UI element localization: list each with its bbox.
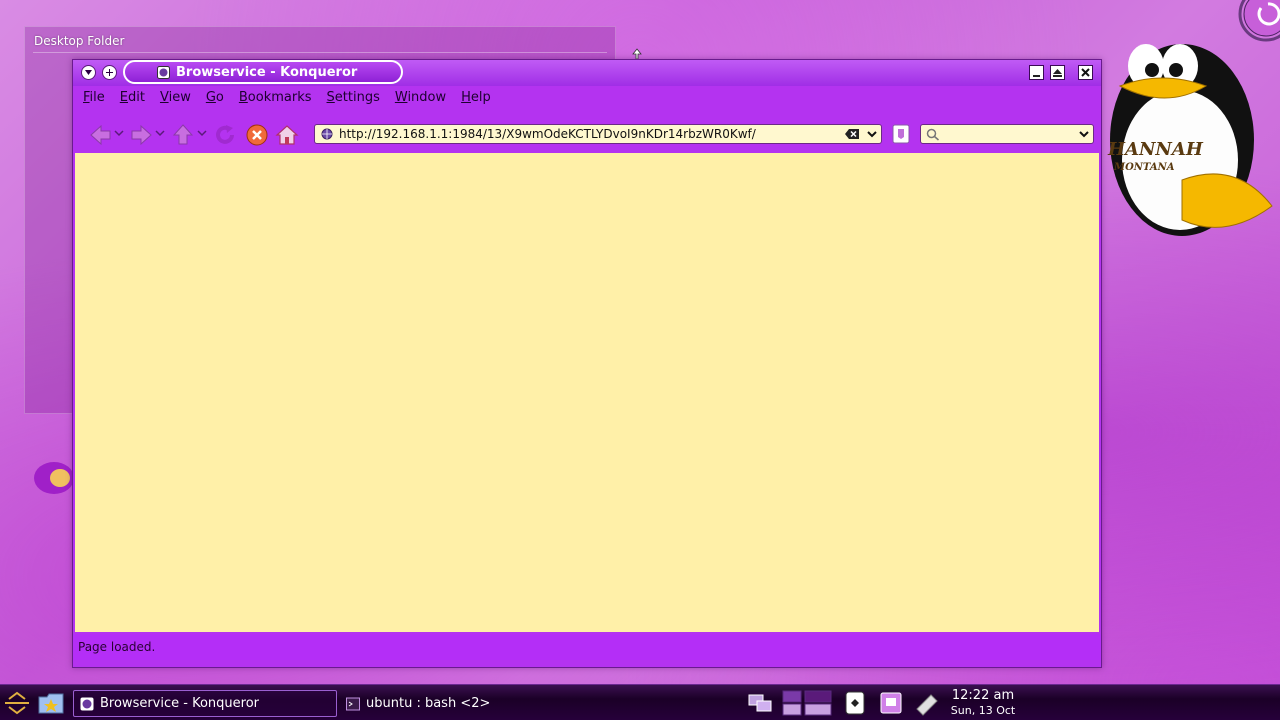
clock-date: Sun, 13 Oct <box>950 704 1016 717</box>
location-bar[interactable]: http://192.168.1.1:1984/13/X9wmOdeKCTLYD… <box>314 124 882 144</box>
stop-icon[interactable] <box>245 123 269 147</box>
up-arrow-icon[interactable] <box>171 123 195 147</box>
desktop-folder-title: Desktop Folder <box>34 34 125 48</box>
status-text: Page loaded. <box>78 640 156 654</box>
menu-settings[interactable]: Settings <box>327 90 380 105</box>
window-menu-button[interactable] <box>81 65 96 80</box>
terminal-icon <box>346 697 360 710</box>
location-history-dropdown-icon[interactable] <box>866 128 878 140</box>
konqueror-task-icon <box>80 697 94 710</box>
svg-text:MONTANA: MONTANA <box>1113 162 1175 173</box>
plus-icon <box>106 69 113 76</box>
window-title: Browservice - Konqueror <box>176 65 358 80</box>
svg-text:HANNAH: HANNAH <box>1107 139 1204 160</box>
up-dropdown-icon[interactable] <box>197 128 207 138</box>
menu-help[interactable]: Help <box>461 90 491 105</box>
taskbar-clock[interactable]: 12:22 am Sun, 13 Oct <box>945 688 1021 718</box>
minimize-button[interactable] <box>1029 65 1044 80</box>
desktop-folder-divider <box>33 52 607 53</box>
clear-location-icon[interactable] <box>845 128 860 140</box>
close-button[interactable] <box>1078 65 1093 80</box>
keep-above-button[interactable] <box>102 65 117 80</box>
back-history-dropdown-icon[interactable] <box>114 128 124 138</box>
home-folder-icon[interactable] <box>37 689 65 717</box>
window-title-pill[interactable]: Browservice - Konqueror <box>123 60 403 84</box>
task-label: Browservice - Konqueror <box>100 696 260 711</box>
home-icon[interactable] <box>275 123 299 147</box>
clipboard-icon[interactable] <box>841 689 869 717</box>
notes-icon[interactable] <box>877 689 905 717</box>
konqueror-window[interactable]: Browservice - Konqueror File Edit View G… <box>72 59 1102 668</box>
reload-icon[interactable] <box>213 123 237 147</box>
status-bar: Page loaded. <box>73 634 1101 660</box>
close-icon <box>1081 68 1090 77</box>
desktop-decoration-icon <box>34 462 74 494</box>
menu-file[interactable]: File <box>83 90 105 105</box>
site-globe-icon <box>321 128 333 140</box>
page-content-area[interactable] <box>75 153 1099 632</box>
clock-time: 12:22 am <box>951 688 1015 703</box>
task-label: ubuntu : bash <2> <box>366 696 491 711</box>
forward-arrow-icon[interactable] <box>129 123 153 147</box>
desktop-pager-icon[interactable] <box>780 689 836 717</box>
menu-window[interactable]: Window <box>395 90 446 105</box>
network-icon[interactable] <box>746 689 774 717</box>
storage-device-icon[interactable] <box>913 689 941 717</box>
task-terminal[interactable]: ubuntu : bash <2> <box>340 690 570 717</box>
taskbar: Browservice - Konqueror ubuntu : bash <2… <box>0 684 1280 720</box>
web-search-field[interactable] <box>920 124 1094 144</box>
chevron-down-icon <box>85 70 92 75</box>
window-titlebar[interactable]: Browservice - Konqueror <box>73 60 1101 86</box>
konqueror-app-icon <box>157 66 170 79</box>
menu-view[interactable]: View <box>160 90 191 105</box>
task-konqueror[interactable]: Browservice - Konqueror <box>73 690 337 717</box>
kmenu-icon[interactable] <box>3 689 31 717</box>
maximize-button[interactable] <box>1050 65 1065 80</box>
minimize-icon <box>1033 75 1040 77</box>
menu-edit[interactable]: Edit <box>120 90 145 105</box>
menu-bar: File Edit View Go Bookmarks Settings Win… <box>73 86 1101 108</box>
search-icon <box>926 128 939 141</box>
penguin-mascot-image: HANNAH MONTANA <box>1107 44 1273 236</box>
search-engine-icon[interactable] <box>892 123 910 145</box>
menu-bookmarks[interactable]: Bookmarks <box>239 90 312 105</box>
forward-history-dropdown-icon[interactable] <box>155 128 165 138</box>
location-url[interactable]: http://192.168.1.1:1984/13/X9wmOdeKCTLYD… <box>339 127 756 141</box>
maximize-icon <box>1053 69 1062 77</box>
back-arrow-icon[interactable] <box>89 123 113 147</box>
search-dropdown-icon[interactable] <box>1078 128 1090 140</box>
menu-go[interactable]: Go <box>206 90 224 105</box>
